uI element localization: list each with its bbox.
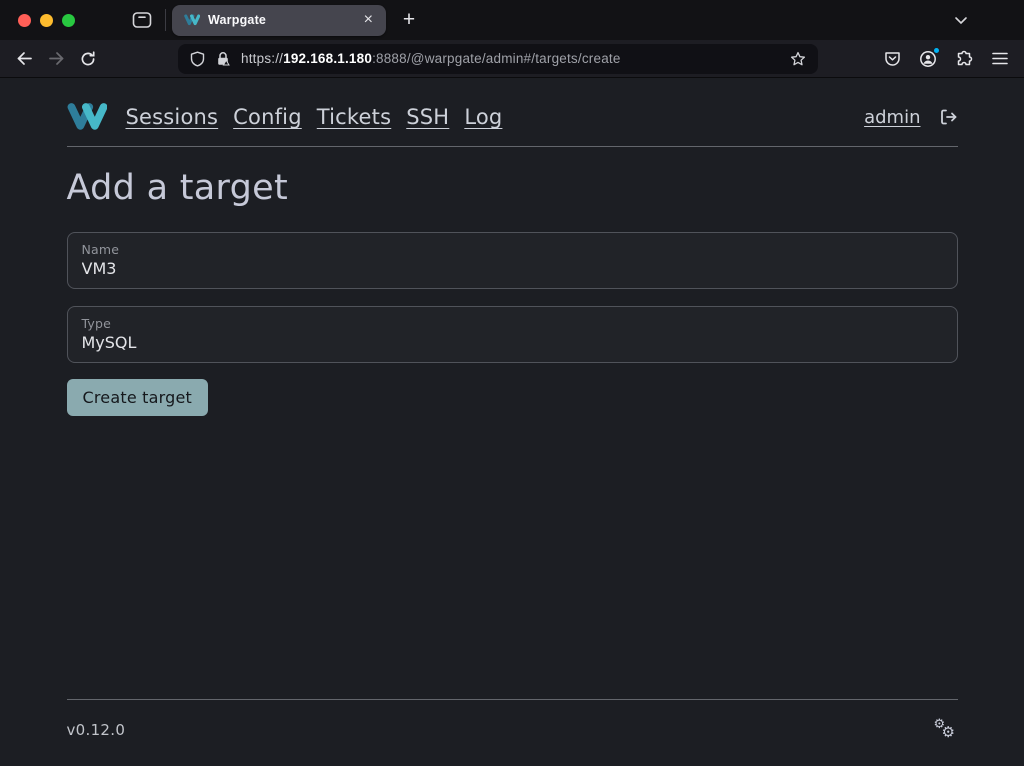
tab-warpgate[interactable]: Warpgate × xyxy=(172,5,386,36)
forward-button[interactable] xyxy=(40,44,72,74)
name-field-label: Name xyxy=(82,242,943,257)
account-notification-dot xyxy=(933,47,940,54)
tab-bar: Warpgate × + xyxy=(0,0,1024,40)
reload-button[interactable] xyxy=(72,44,104,74)
type-field[interactable]: Type MySQL xyxy=(67,306,958,363)
version-label: v0.12.0 xyxy=(67,721,126,739)
minimize-window-button[interactable] xyxy=(40,14,53,27)
type-field-label: Type xyxy=(82,316,943,331)
list-all-tabs-icon[interactable] xyxy=(946,5,976,35)
nav-link-ssh[interactable]: SSH xyxy=(406,105,449,129)
nav-link-tickets[interactable]: Tickets xyxy=(317,105,391,129)
page-footer: v0.12.0 ⚙ ⚙ xyxy=(67,700,958,766)
nav-link-config[interactable]: Config xyxy=(233,105,302,129)
close-window-button[interactable] xyxy=(18,14,31,27)
window-controls xyxy=(0,14,97,27)
tab-close-icon[interactable]: × xyxy=(359,10,378,30)
warpgate-logo-icon[interactable] xyxy=(67,102,107,132)
bookmark-star-icon[interactable] xyxy=(786,47,810,71)
lock-warning-icon[interactable] xyxy=(215,51,231,67)
pocket-icon[interactable] xyxy=(876,44,908,74)
toolbar-right-icons xyxy=(876,44,1016,74)
url-text: https://192.168.1.180:8888/@warpgate/adm… xyxy=(241,51,786,66)
firefox-view-icon[interactable] xyxy=(127,5,157,35)
user-menu-link[interactable]: admin xyxy=(864,107,920,128)
tab-separator xyxy=(165,9,166,31)
app-navbar: Sessions Config Tickets SSH Log admin xyxy=(67,102,958,132)
navigation-toolbar: https://192.168.1.180:8888/@warpgate/adm… xyxy=(0,40,1024,78)
back-button[interactable] xyxy=(8,44,40,74)
nav-link-sessions[interactable]: Sessions xyxy=(126,105,219,129)
name-input[interactable] xyxy=(82,259,943,278)
logout-icon[interactable] xyxy=(938,108,958,126)
nav-link-log[interactable]: Log xyxy=(464,105,502,129)
menu-hamburger-icon[interactable] xyxy=(984,44,1016,74)
tracking-shield-icon[interactable] xyxy=(190,51,205,67)
url-bar[interactable]: https://192.168.1.180:8888/@warpgate/adm… xyxy=(178,44,818,74)
url-host: 192.168.1.180 xyxy=(283,51,372,66)
browser-window: Warpgate × + xyxy=(0,0,1024,766)
fullscreen-window-button[interactable] xyxy=(62,14,75,27)
type-select[interactable]: MySQL xyxy=(82,333,943,352)
extensions-puzzle-icon[interactable] xyxy=(948,44,980,74)
url-scheme: https:// xyxy=(241,51,283,66)
page-content: Sessions Config Tickets SSH Log admin Ad… xyxy=(0,78,1024,766)
nav-divider xyxy=(67,146,958,147)
url-path: :8888/@warpgate/admin#/targets/create xyxy=(372,51,621,66)
gears-icon: ⚙ ⚙ xyxy=(934,720,958,740)
page-title: Add a target xyxy=(67,168,958,208)
name-field[interactable]: Name xyxy=(67,232,958,289)
tab-title: Warpgate xyxy=(208,13,359,27)
warpgate-favicon-icon xyxy=(184,14,200,26)
new-tab-button[interactable]: + xyxy=(394,5,424,35)
create-target-button[interactable]: Create target xyxy=(67,379,209,416)
